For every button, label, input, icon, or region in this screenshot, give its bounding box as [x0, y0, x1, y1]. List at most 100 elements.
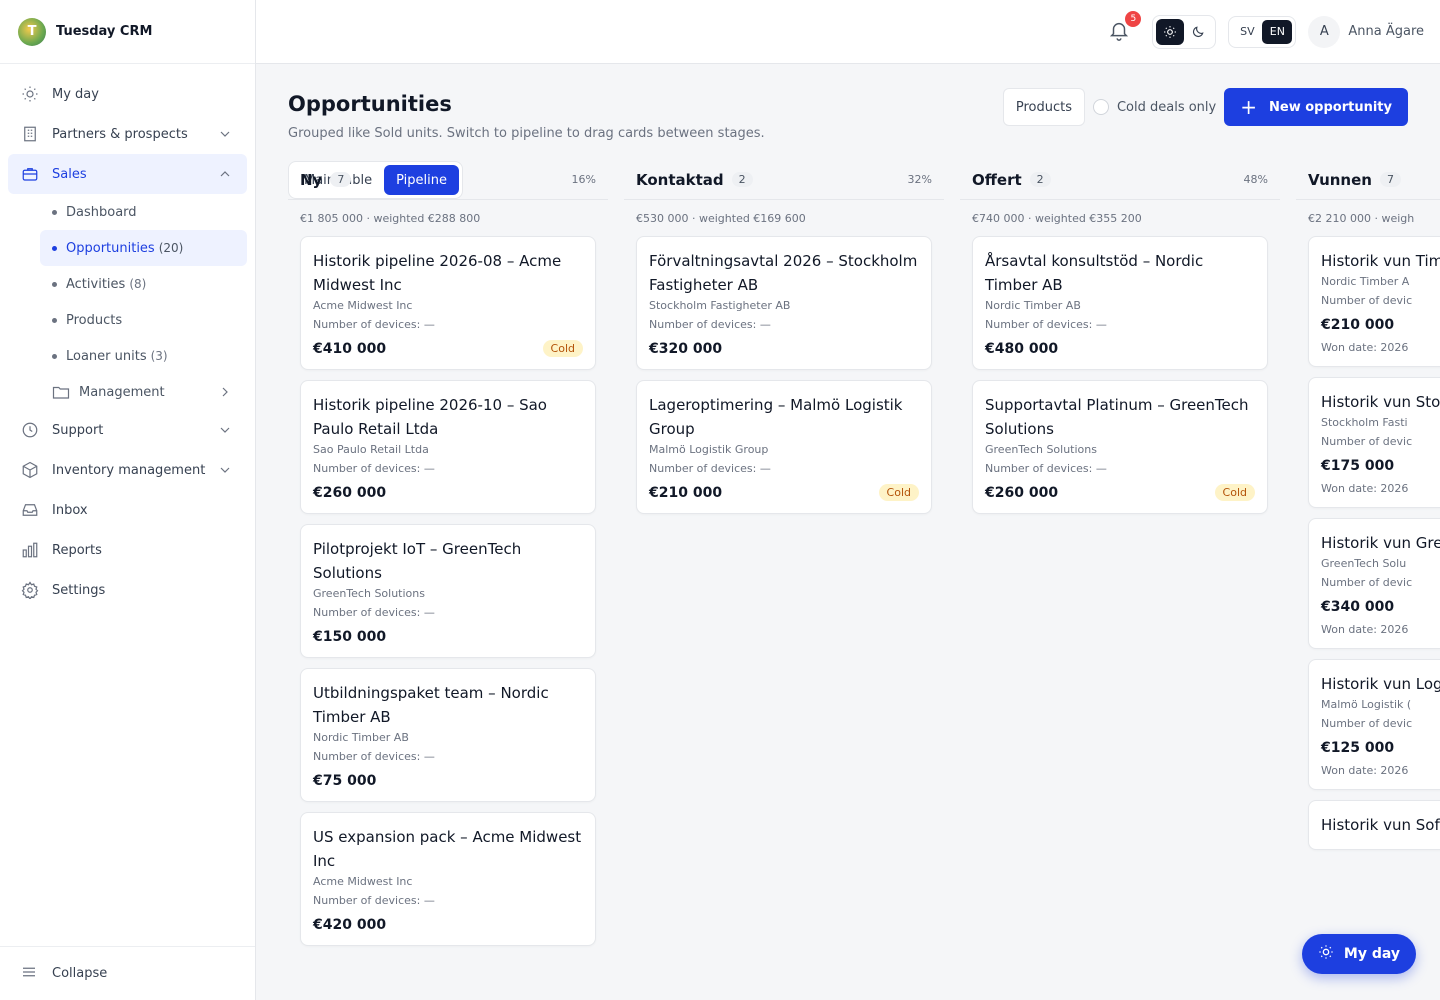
- card-title: Historik vun Stockholm F: [1321, 393, 1440, 411]
- light-mode-button[interactable]: [1156, 18, 1185, 45]
- brand[interactable]: T Tuesday CRM: [0, 0, 255, 64]
- card-title: Utbildningspaket team – Nordic Timber AB: [313, 684, 549, 726]
- nav-support[interactable]: Support: [8, 410, 247, 450]
- column-title: Kontaktad: [636, 170, 724, 189]
- nav-sub-activities[interactable]: Activities (8): [40, 266, 247, 302]
- column-probability: 16%: [571, 173, 596, 186]
- card-devices: Number of devic: [1321, 576, 1413, 589]
- page-subtitle: Grouped like Sold units. Switch to pipel…: [288, 126, 765, 141]
- notifications-button[interactable]: 5: [1108, 10, 1142, 46]
- folder-icon: [52, 384, 70, 400]
- nav-sub-opportunities[interactable]: Opportunities (20): [40, 230, 247, 266]
- card-amount: €150 000: [313, 629, 387, 645]
- nav-label: Inbox: [52, 502, 88, 518]
- language-switcher: SV EN: [1228, 15, 1297, 48]
- collapse-button[interactable]: Collapse: [0, 946, 255, 1000]
- opportunity-card[interactable]: US expansion pack – Acme Midwest Inc Acme…: [300, 812, 596, 946]
- opportunity-card[interactable]: Historik vun Logistik Gro Malmö Logistik …: [1308, 659, 1440, 790]
- card-devices: Number of devic: [1321, 717, 1413, 730]
- card-company: Nordic Timber A: [1321, 275, 1410, 288]
- column-count: 7: [330, 172, 352, 187]
- opportunity-card[interactable]: Historik pipeline 2026-08 – Acme Midwest…: [300, 236, 596, 370]
- nav-sub-label: Activities: [66, 276, 126, 292]
- nav-inbox[interactable]: Inbox: [8, 490, 247, 530]
- card-amount: €125 000: [1321, 740, 1395, 756]
- opportunity-card[interactable]: Lageroptimering – Malmö Logistik Group Ma…: [636, 380, 932, 514]
- card-company: Malmö Logistik Group: [649, 443, 769, 456]
- nav-sub-loaner-units[interactable]: Loaner units (3): [40, 338, 247, 374]
- bell-icon: [1108, 22, 1130, 46]
- nav-settings[interactable]: Settings: [8, 570, 247, 610]
- opportunity-card[interactable]: Utbildningspaket team – Nordic Timber AB…: [300, 668, 596, 802]
- page-actions: Products Cold deals only + New opportuni…: [1002, 88, 1408, 126]
- lang-en-button[interactable]: EN: [1262, 19, 1293, 44]
- nav-partners[interactable]: Partners & prospects: [8, 114, 247, 154]
- card-company: Acme Midwest Inc: [313, 299, 413, 312]
- cold-deals-label: Cold deals only: [1116, 99, 1217, 115]
- opportunity-card[interactable]: Årsavtal konsultstöd – Nordic Timber AB N…: [972, 236, 1268, 370]
- chevron-right-icon: [217, 384, 233, 400]
- opportunity-card[interactable]: Historik pipeline 2026-10 – Sao Paulo Re…: [300, 380, 596, 514]
- avatar[interactable]: A: [1308, 15, 1341, 48]
- column-count: 7: [1379, 172, 1401, 187]
- my-day-fab[interactable]: My day: [1301, 934, 1416, 974]
- card-amount: €75 000: [313, 773, 377, 789]
- card-devices: Number of devices: —: [649, 462, 771, 475]
- nav-inventory[interactable]: Inventory management: [8, 450, 247, 490]
- nav-count: (8): [129, 277, 147, 291]
- opportunity-card[interactable]: Historik vun Stockholm F Stockholm Fasti N…: [1308, 377, 1440, 508]
- topbar: 5 SV EN A Anna Ägare: [256, 0, 1440, 64]
- nav-sub-label: Opportunities: [66, 240, 155, 256]
- bar-chart-icon: [20, 540, 40, 560]
- nav-reports[interactable]: Reports: [8, 530, 247, 570]
- card-title: Lageroptimering – Malmö Logistik Group: [649, 396, 903, 438]
- card-company: Sao Paulo Retail Ltda: [313, 443, 429, 456]
- column-summary: €2 210 000 · weigh: [1308, 212, 1415, 225]
- card-devices: Number of devices: —: [313, 894, 435, 907]
- opportunity-card[interactable]: Historik vun GreenTech S GreenTech Solu Nu…: [1308, 518, 1440, 649]
- radio-icon: [1092, 99, 1109, 115]
- column-header: Offert 2 48%: [960, 160, 1280, 200]
- nav-label: Inventory management: [52, 462, 206, 478]
- column-probability: 32%: [907, 173, 932, 186]
- card-devices: Number of devices: —: [313, 318, 435, 331]
- nav-sub-label: Dashboard: [66, 204, 137, 220]
- nav-sub-dashboard[interactable]: Dashboard: [40, 194, 247, 230]
- opportunity-card[interactable]: Historik vun Timber AB Nordic Timber A Num…: [1308, 236, 1440, 367]
- nav-my-day[interactable]: My day: [8, 74, 247, 114]
- user-name[interactable]: Anna Ägare: [1348, 24, 1424, 39]
- card-amount: €340 000: [1321, 599, 1395, 615]
- nav-sub-management[interactable]: Management: [40, 374, 247, 410]
- dark-mode-button[interactable]: [1184, 19, 1212, 45]
- card-title: US expansion pack – Acme Midwest Inc: [313, 828, 582, 870]
- lang-sv-button[interactable]: SV: [1232, 20, 1262, 44]
- column-summary: €1 805 000 · weighted €288 800: [300, 212, 481, 225]
- nav-sales[interactable]: Sales: [8, 154, 247, 194]
- products-button[interactable]: Products: [1002, 88, 1085, 126]
- card-company: GreenTech Solutions: [985, 443, 1097, 456]
- new-opportunity-button[interactable]: + New opportunity: [1224, 88, 1408, 126]
- opportunity-card[interactable]: Supportavtal Platinum – GreenTech Soluti…: [972, 380, 1268, 514]
- opportunity-card[interactable]: Historik vun Soft AB: [1308, 800, 1440, 850]
- main-nav: My day Partners & prospects Sales Dashbo…: [0, 64, 255, 610]
- nav-label: My day: [52, 86, 99, 102]
- card-won-date: Won date: 2026: [1321, 341, 1409, 354]
- cold-deals-toggle[interactable]: Cold deals only: [1092, 99, 1217, 115]
- column-count: 2: [731, 172, 753, 187]
- plus-icon: +: [1240, 95, 1257, 119]
- opportunity-card[interactable]: Förvaltningsavtal 2026 – Stockholm Fasti…: [636, 236, 932, 370]
- column-title: Offert: [972, 170, 1022, 189]
- nav-label: Sales: [52, 166, 87, 182]
- nav-sub-products[interactable]: Products: [40, 302, 247, 338]
- column-title: Ny: [300, 170, 323, 189]
- bullet-icon: [52, 281, 57, 287]
- building-icon: [20, 124, 40, 144]
- notification-badge: 5: [1125, 10, 1142, 27]
- cold-badge: Cold: [542, 340, 583, 357]
- cold-badge: Cold: [878, 484, 919, 501]
- chevron-down-icon: [217, 422, 233, 438]
- card-won-date: Won date: 2026: [1321, 482, 1409, 495]
- card-company: GreenTech Solutions: [313, 587, 425, 600]
- opportunity-card[interactable]: Pilotprojekt IoT – GreenTech Solutions Gr…: [300, 524, 596, 658]
- sun-icon: [20, 84, 40, 104]
